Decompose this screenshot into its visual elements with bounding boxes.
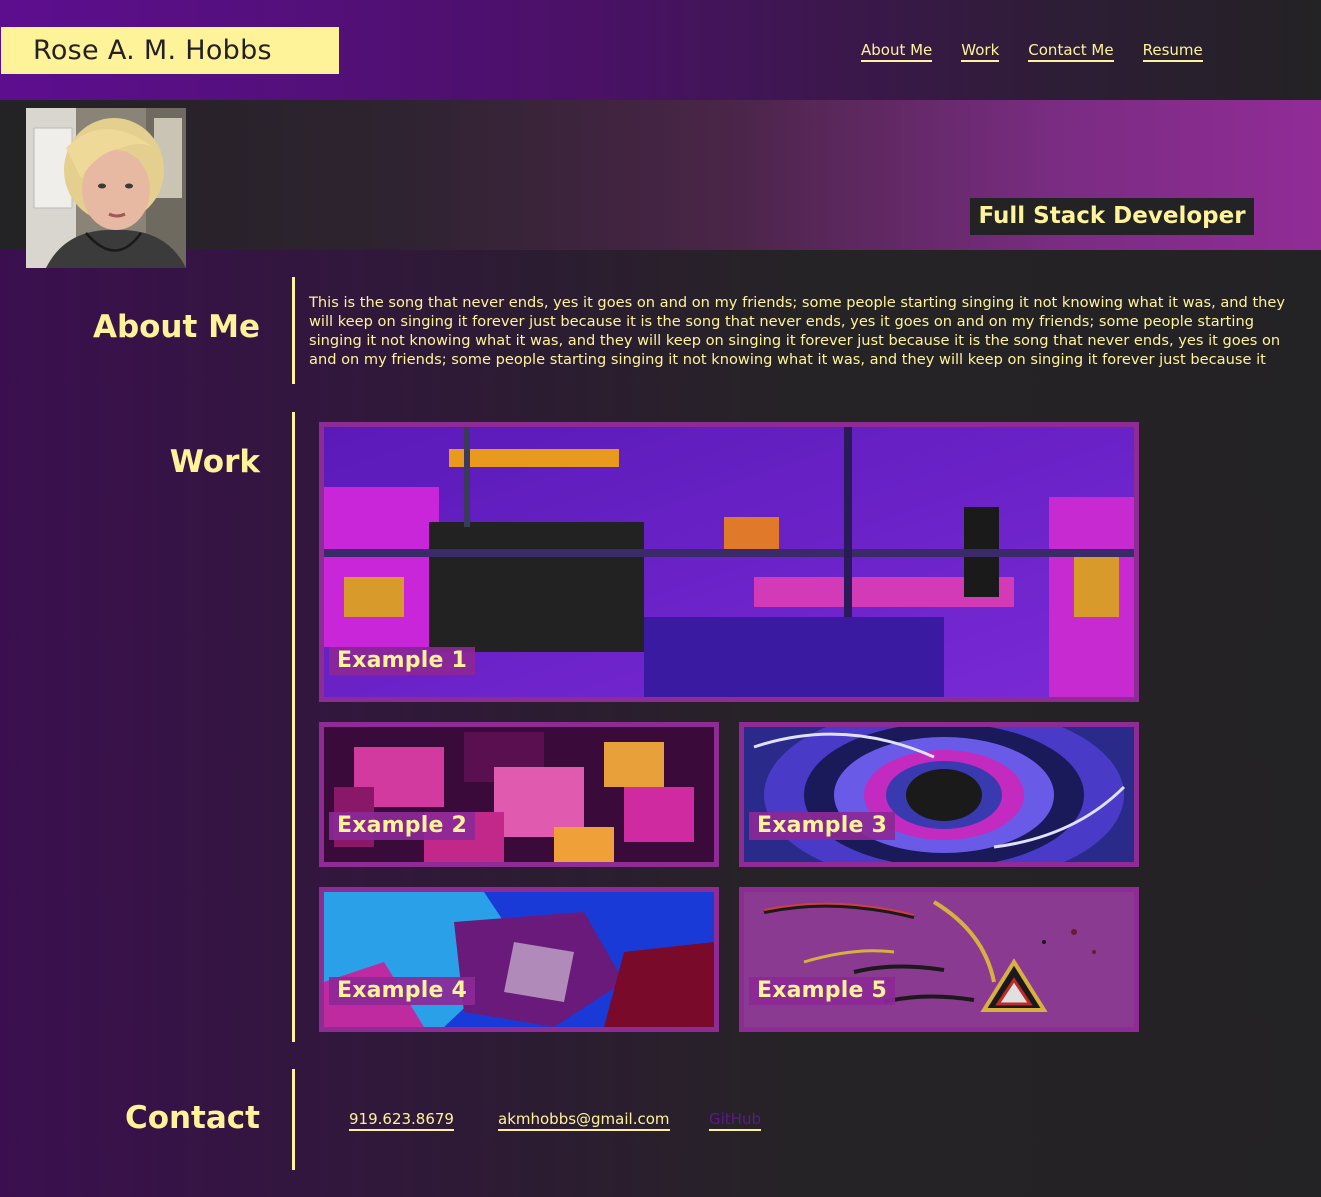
about-section-title: About Me <box>92 309 260 345</box>
about-divider <box>292 277 295 384</box>
work-image-3 <box>744 727 1134 862</box>
work-card-4[interactable]: Example 4 <box>319 887 719 1032</box>
main-nav: About Me Work Contact Me Resume <box>861 41 1232 62</box>
avatar <box>26 108 186 268</box>
work-image-4 <box>324 892 714 1027</box>
work-label-1: Example 1 <box>329 647 475 675</box>
contact-github-link[interactable]: GitHub <box>709 1110 761 1131</box>
work-image-5 <box>744 892 1134 1027</box>
contact-phone-link[interactable]: 919.623.8679 <box>349 1110 454 1131</box>
work-card-5[interactable]: Example 5 <box>739 887 1139 1032</box>
work-card-3[interactable]: Example 3 <box>739 722 1139 867</box>
work-card-2[interactable]: Example 2 <box>319 722 719 867</box>
role-badge: Full Stack Developer <box>970 198 1254 235</box>
nav-contact-me[interactable]: Contact Me <box>1028 41 1114 62</box>
work-divider <box>292 412 295 1042</box>
work-label-2: Example 2 <box>329 812 475 840</box>
nav-resume[interactable]: Resume <box>1142 41 1203 62</box>
contact-section-title: Contact <box>124 1100 260 1136</box>
contact-divider <box>292 1069 295 1170</box>
work-section-title: Work <box>169 444 260 480</box>
work-label-3: Example 3 <box>749 812 895 840</box>
work-card-1[interactable]: Example 1 <box>319 422 1139 702</box>
site-header: Rose A. M. Hobbs About Me Work Contact M… <box>0 0 1321 100</box>
nav-about-me[interactable]: About Me <box>861 41 933 62</box>
nav-work[interactable]: Work <box>961 41 1000 62</box>
work-label-5: Example 5 <box>749 977 895 1005</box>
site-brand[interactable]: Rose A. M. Hobbs <box>1 27 339 74</box>
work-label-4: Example 4 <box>329 977 475 1005</box>
hero-banner: Full Stack Developer <box>0 100 1321 268</box>
contact-email-link[interactable]: akmhobbs@gmail.com <box>498 1110 670 1131</box>
about-text: This is the song that never ends, yes it… <box>309 294 1286 368</box>
work-image-2 <box>324 727 714 862</box>
